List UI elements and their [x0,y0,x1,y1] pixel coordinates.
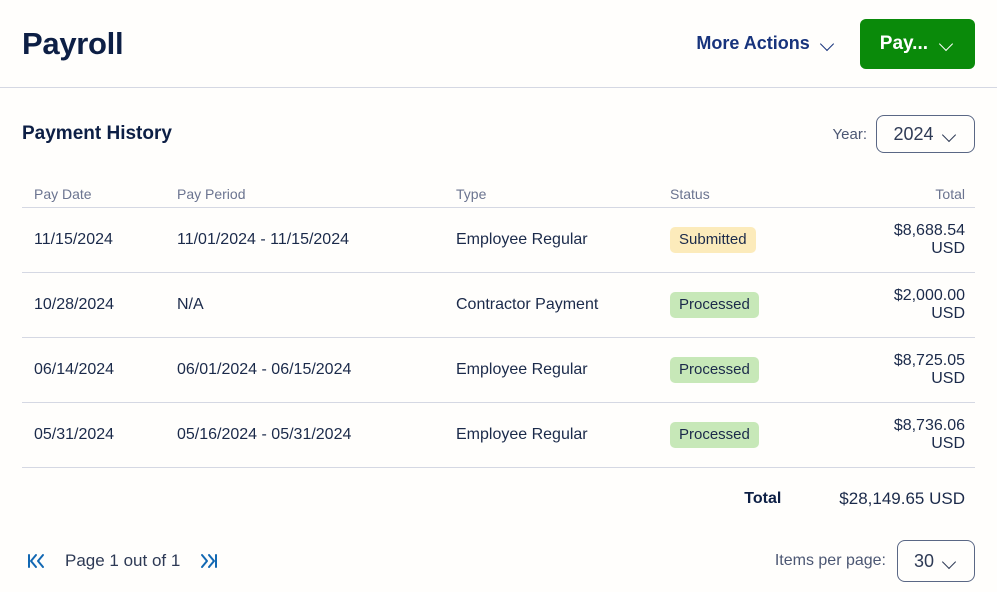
more-actions-label: More Actions [696,33,809,54]
cell-type: Contractor Payment [456,296,670,314]
cell-total: $8,725.05 USD [859,352,975,388]
chevron-down-icon [943,557,958,566]
totals-row: Total $28,149.65 USD [0,468,997,530]
table-row[interactable]: 06/14/2024 06/01/2024 - 06/15/2024 Emplo… [22,338,975,403]
status-badge: Processed [670,422,759,449]
cell-type: Employee Regular [456,231,670,249]
cell-total: $8,688.54 USD [859,222,975,258]
year-select-value: 2024 [893,124,933,145]
column-header-type: Type [456,186,670,202]
status-badge: Processed [670,292,759,319]
column-header-pay-date: Pay Date [22,186,177,202]
pay-button[interactable]: Pay... [860,19,975,69]
totals-label: Total [744,490,781,508]
table-row[interactable]: 10/28/2024 N/A Contractor Payment Proces… [22,273,975,338]
items-per-page-select[interactable]: 30 [897,540,975,582]
first-page-button[interactable] [22,547,50,575]
table-row[interactable]: 11/15/2024 11/01/2024 - 11/15/2024 Emplo… [22,208,975,273]
chevron-down-icon [821,39,836,48]
cell-pay-date: 10/28/2024 [22,296,177,314]
chevron-down-icon [940,39,955,48]
table-footer: Page 1 out of 1 Items per page: 30 [0,530,997,592]
cell-type: Employee Regular [456,426,670,444]
table-header-row: Pay Date Pay Period Type Status Total [22,180,975,208]
column-header-pay-period: Pay Period [177,186,456,202]
cell-status: Processed [670,422,859,449]
last-page-button[interactable] [195,547,223,575]
cell-status: Submitted [670,227,859,254]
cell-pay-period: N/A [177,296,456,314]
payment-history-table: Pay Date Pay Period Type Status Total 11… [0,180,997,468]
items-per-page: Items per page: 30 [775,540,975,582]
payroll-page: Payroll More Actions Pay... Payment Hist… [0,0,997,588]
cell-pay-date: 06/14/2024 [22,361,177,379]
table-row[interactable]: 05/31/2024 05/16/2024 - 05/31/2024 Emplo… [22,403,975,468]
pagination: Page 1 out of 1 [22,547,223,575]
items-per-page-label: Items per page: [775,552,886,570]
cell-total: $2,000.00 USD [859,287,975,323]
header-actions: More Actions Pay... [694,19,975,69]
cell-status: Processed [670,292,859,319]
first-page-icon [25,550,47,572]
year-filter: Year: 2024 [833,115,975,153]
year-label: Year: [833,126,867,143]
more-actions-button[interactable]: More Actions [694,29,837,58]
status-badge: Processed [670,357,759,384]
year-select[interactable]: 2024 [876,115,975,153]
column-header-status: Status [670,186,859,202]
cell-type: Employee Regular [456,361,670,379]
pay-button-label: Pay... [880,33,928,55]
cell-total: $8,736.06 USD [859,417,975,453]
section-title: Payment History [22,123,172,145]
payment-history-header: Payment History Year: 2024 [0,88,997,180]
cell-pay-date: 05/31/2024 [22,426,177,444]
cell-status: Processed [670,357,859,384]
cell-pay-period: 05/16/2024 - 05/31/2024 [177,426,456,444]
totals-value: $28,149.65 USD [839,489,965,509]
cell-pay-period: 11/01/2024 - 11/15/2024 [177,231,456,249]
cell-pay-period: 06/01/2024 - 06/15/2024 [177,361,456,379]
app-header: Payroll More Actions Pay... [0,0,997,88]
last-page-icon [198,550,220,572]
cell-pay-date: 11/15/2024 [22,231,177,249]
chevron-down-icon [943,130,958,139]
page-indicator: Page 1 out of 1 [54,551,191,571]
page-title: Payroll [22,28,123,59]
items-per-page-value: 30 [914,551,934,572]
column-header-total: Total [859,186,975,202]
status-badge: Submitted [670,227,756,254]
